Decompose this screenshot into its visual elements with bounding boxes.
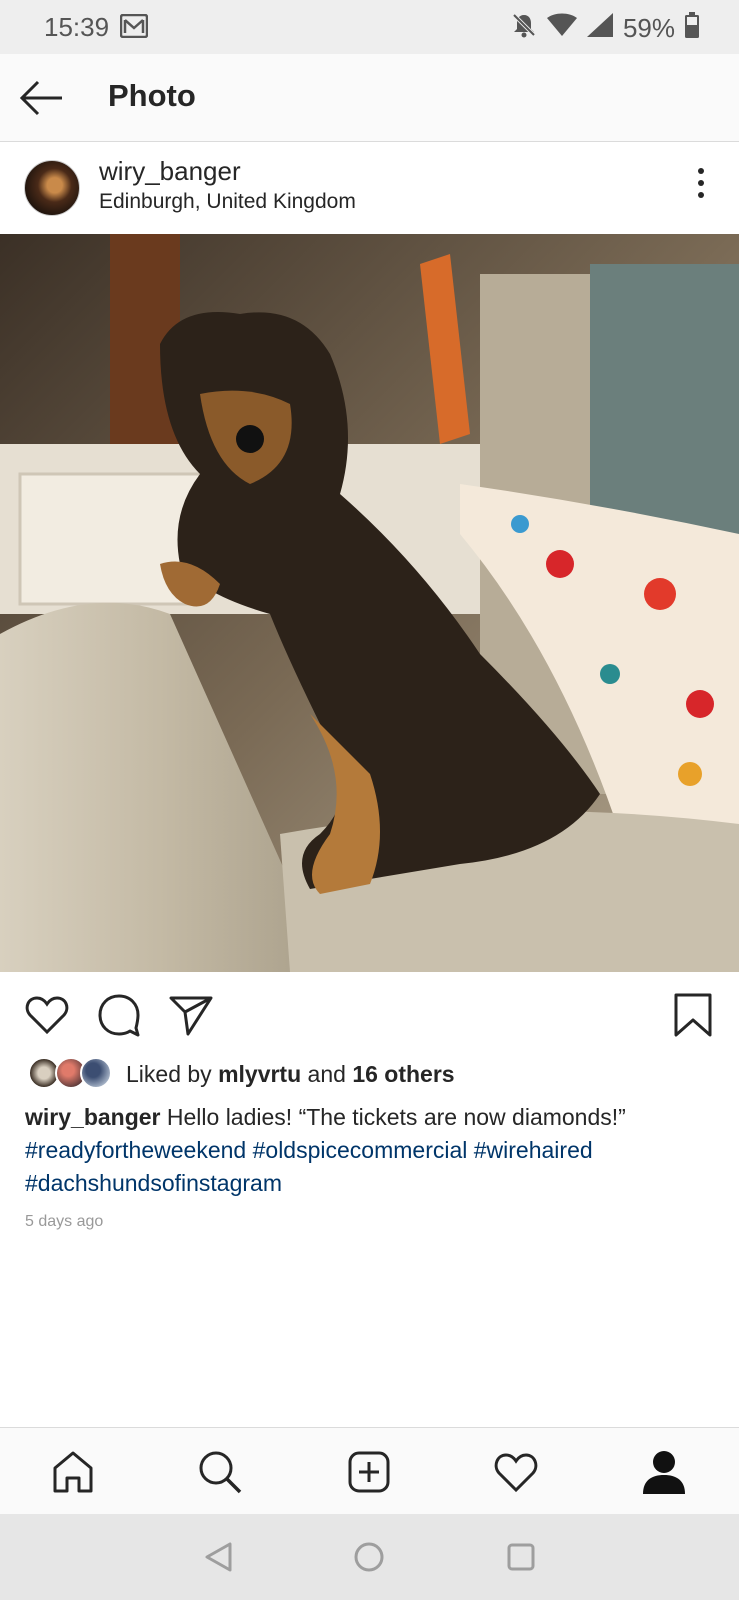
system-nav	[0, 1514, 739, 1600]
bottom-nav	[0, 1427, 739, 1514]
app-header: Photo	[0, 54, 739, 142]
wifi-icon	[546, 13, 577, 44]
battery-icon	[685, 12, 699, 45]
post-header: wiry_banger Edinburgh, United Kingdom	[0, 142, 739, 234]
hashtag[interactable]: #dachshundsofinstagram	[25, 1170, 282, 1196]
likes-summary: Liked by mlyvrtu and 16 others	[126, 1061, 455, 1088]
first-liker[interactable]: mlyvrtu	[218, 1061, 301, 1087]
likes-others[interactable]: 16 others	[352, 1061, 454, 1087]
recents-square-icon[interactable]	[504, 1540, 538, 1574]
back-triangle-icon[interactable]	[202, 1540, 236, 1574]
home-circle-icon[interactable]	[352, 1540, 386, 1574]
post-timestamp: 5 days ago	[25, 1213, 104, 1230]
battery-percent: 59%	[622, 13, 675, 43]
avatar[interactable]	[24, 160, 80, 216]
search-icon[interactable]	[196, 1448, 244, 1496]
page-title: Photo	[108, 78, 196, 113]
hashtag[interactable]: #oldspicecommercial	[253, 1137, 468, 1163]
home-icon[interactable]	[49, 1448, 97, 1496]
signal-icon	[586, 13, 613, 44]
hashtag[interactable]: #readyfortheweekend	[25, 1137, 246, 1163]
post-actions	[0, 980, 739, 1044]
heart-icon[interactable]	[24, 992, 70, 1038]
status-icons: 59%	[511, 12, 699, 45]
caption-text: Hello ladies! “The tickets are now diamo…	[166, 1104, 626, 1130]
mail-icon	[119, 13, 149, 43]
arrow-left-icon[interactable]	[18, 76, 66, 120]
caption-username[interactable]: wiry_banger	[25, 1104, 161, 1130]
hashtag[interactable]: #wirehaired	[474, 1137, 593, 1163]
post-caption: wiry_banger Hello ladies! “The tickets a…	[25, 1101, 715, 1200]
likes-prefix: Liked by	[126, 1061, 212, 1087]
mute-icon	[511, 12, 537, 45]
more-vertical-icon[interactable]	[693, 168, 709, 204]
comment-icon[interactable]	[96, 992, 142, 1038]
status-time: 15:39	[44, 12, 110, 42]
avatar	[80, 1057, 112, 1089]
status-bar: 15:39 59%	[0, 0, 739, 54]
add-post-icon[interactable]	[345, 1448, 393, 1496]
activity-heart-icon[interactable]	[492, 1448, 540, 1496]
bookmark-icon[interactable]	[670, 992, 716, 1038]
post-location[interactable]: Edinburgh, United Kingdom	[99, 190, 356, 214]
likes-row[interactable]: Liked by mlyvrtu and 16 others	[0, 1055, 739, 1095]
profile-icon[interactable]	[640, 1448, 688, 1496]
post-username[interactable]: wiry_banger	[99, 156, 241, 187]
share-icon[interactable]	[168, 992, 214, 1038]
likes-middle: and	[307, 1061, 346, 1087]
post-photo[interactable]	[0, 234, 739, 972]
